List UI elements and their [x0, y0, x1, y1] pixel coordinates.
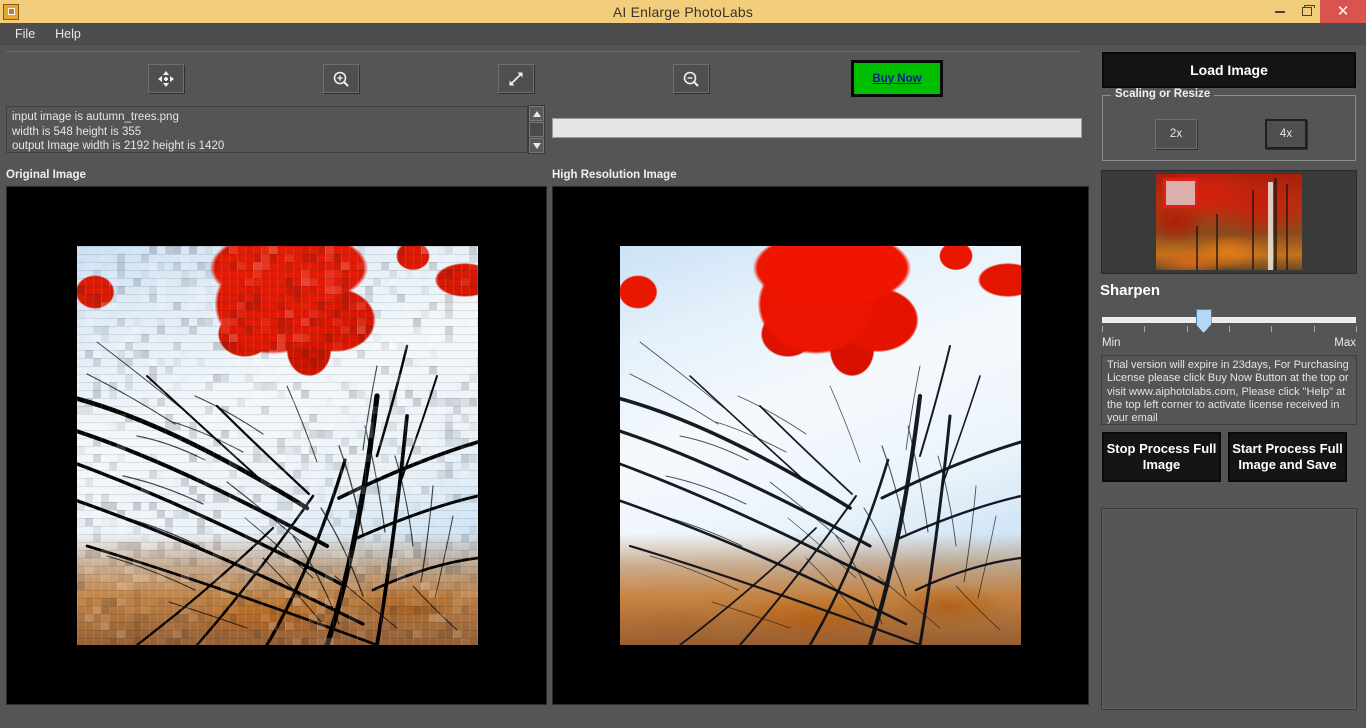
right-control-panel: Load Image Scaling or Resize 2x 4x Sharp…	[1092, 46, 1366, 728]
magnifier-plus-icon	[332, 70, 350, 88]
scale-2x-label: 2x	[1170, 128, 1182, 140]
sharpen-slider[interactable]	[1102, 309, 1356, 335]
window-title: AI Enlarge PhotoLabs	[0, 4, 1366, 20]
output-preview-panel	[1101, 508, 1357, 710]
scale-4x-label: 4x	[1280, 128, 1292, 140]
scroll-down-arrow-icon	[533, 143, 541, 149]
load-image-label: Load Image	[1190, 62, 1268, 78]
toolbar-divider	[6, 51, 1081, 52]
close-button[interactable]: ✕	[1320, 0, 1366, 23]
maximize-icon	[1302, 7, 1312, 16]
photo-pixelation-layer	[77, 246, 478, 645]
buy-now-label: Buy Now	[872, 73, 921, 85]
sharpen-slider-tick	[1356, 326, 1357, 332]
progress-bar	[552, 118, 1082, 138]
info-log-line: output Image width is 2192 height is 142…	[12, 139, 522, 153]
info-log-line: width is 548 height is 355	[12, 125, 522, 140]
info-log-scrollbar[interactable]	[528, 105, 545, 154]
menu-item-file[interactable]: File	[6, 25, 44, 43]
start-process-label: Start Process Full Image and Save	[1230, 441, 1345, 473]
expand-diagonal-icon	[507, 70, 525, 88]
high-resolution-image-canvas[interactable]	[552, 186, 1089, 705]
sharpen-label: Sharpen	[1100, 282, 1160, 299]
scroll-up-arrow-button[interactable]	[529, 106, 544, 121]
load-image-button[interactable]: Load Image	[1102, 52, 1356, 88]
sharpen-slider-track	[1102, 317, 1356, 323]
sharpen-slider-tick	[1271, 326, 1272, 332]
info-log-box[interactable]: input image is autumn_trees.png width is…	[6, 106, 528, 153]
high-resolution-photo	[620, 246, 1021, 645]
zoom-in-tool-button[interactable]	[323, 64, 359, 93]
sharpen-slider-tick	[1229, 326, 1230, 332]
title-bar: AI Enlarge PhotoLabs ✕	[0, 0, 1366, 23]
scaling-group-label: Scaling or Resize	[1111, 88, 1214, 100]
photo-branches-layer	[620, 246, 1021, 645]
maximize-button[interactable]	[1293, 0, 1320, 23]
scroll-down-arrow-button[interactable]	[529, 138, 544, 153]
thumbnail-preview-frame[interactable]	[1101, 170, 1357, 274]
start-process-button[interactable]: Start Process Full Image and Save	[1228, 432, 1347, 482]
sharpen-range-labels: Min Max	[1102, 337, 1356, 349]
sharpen-slider-tick	[1314, 326, 1315, 332]
trial-notice-text: Trial version will expire in 23days, For…	[1107, 359, 1351, 425]
pan-tool-button[interactable]	[148, 64, 184, 93]
sharpen-min-label: Min	[1102, 337, 1121, 349]
original-image-photo	[77, 246, 478, 645]
application-window: AI Enlarge PhotoLabs ✕ File Help	[0, 0, 1366, 728]
menu-bar: File Help	[0, 23, 1366, 45]
move-arrows-icon	[157, 70, 175, 88]
minimize-button[interactable]	[1266, 0, 1293, 23]
sharpen-slider-tick	[1144, 326, 1145, 332]
zoom-out-tool-button[interactable]	[673, 64, 709, 93]
menu-item-help[interactable]: Help	[46, 25, 90, 43]
original-image-canvas[interactable]	[6, 186, 547, 705]
sharpen-slider-ticks	[1102, 326, 1356, 333]
original-image-label: Original Image	[6, 169, 86, 181]
scale-2x-button[interactable]: 2x	[1155, 119, 1197, 149]
stop-process-label: Stop Process Full Image	[1104, 441, 1219, 473]
buy-now-button[interactable]: Buy Now	[851, 60, 943, 97]
scaling-group: Scaling or Resize 2x 4x	[1102, 95, 1356, 161]
high-resolution-image-label: High Resolution Image	[552, 169, 677, 181]
thumbnail-selection-rectangle[interactable]	[1163, 178, 1198, 208]
scrollbar-thumb[interactable]	[529, 122, 544, 137]
sharpen-slider-tick	[1102, 326, 1103, 332]
sharpen-slider-tick	[1187, 326, 1188, 332]
magnifier-minus-icon	[682, 70, 700, 88]
sharpen-max-label: Max	[1334, 337, 1356, 349]
minimize-icon	[1275, 11, 1285, 13]
window-controls: ✕	[1266, 0, 1366, 23]
autumn-trees-thumbnail	[1156, 174, 1302, 270]
stop-process-button[interactable]: Stop Process Full Image	[1102, 432, 1221, 482]
scroll-up-arrow-icon	[533, 111, 541, 117]
info-log-line: input image is autumn_trees.png	[12, 110, 522, 125]
trial-notice-box: Trial version will expire in 23days, For…	[1101, 355, 1357, 425]
fit-screen-tool-button[interactable]	[498, 64, 534, 93]
scale-4x-button[interactable]: 4x	[1265, 119, 1307, 149]
